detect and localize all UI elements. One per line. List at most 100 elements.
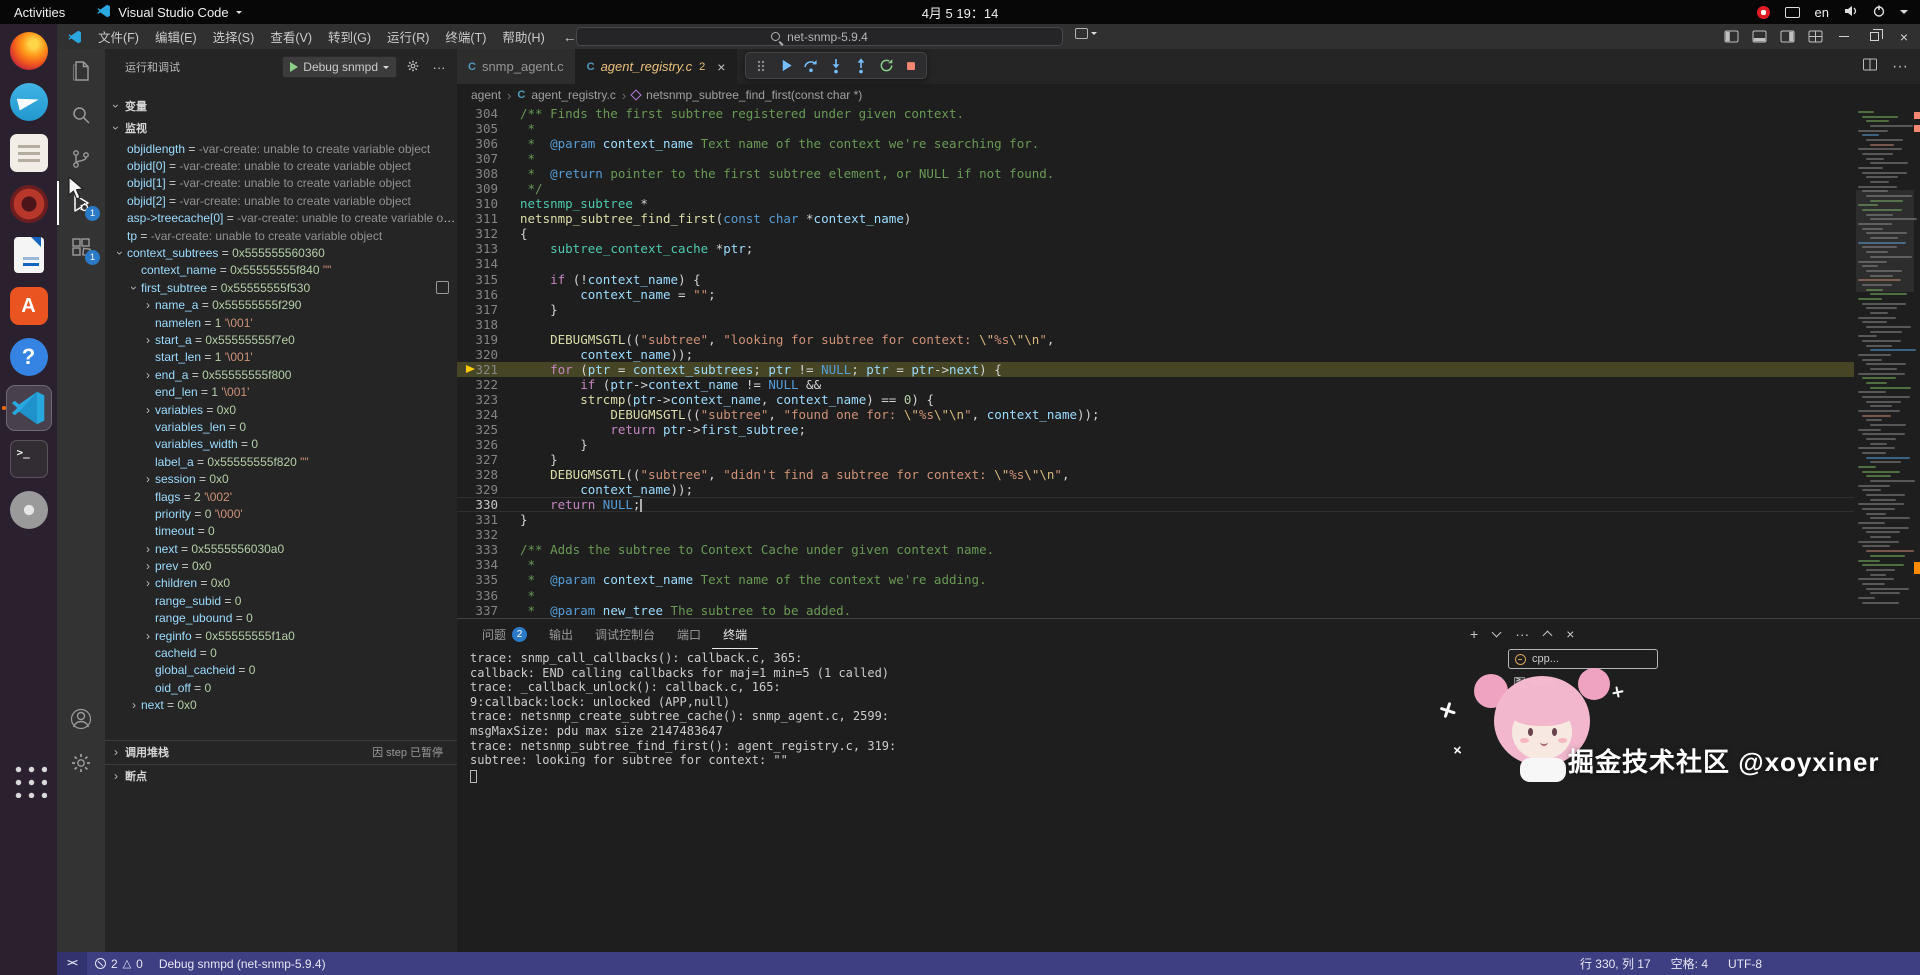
- system-tray[interactable]: en: [1756, 0, 1920, 24]
- watch-row[interactable]: priority = 0 '\000': [105, 505, 457, 522]
- watch-row[interactable]: objidlength = -var-create: unable to cre…: [105, 140, 457, 157]
- chevron-right-icon[interactable]: ›: [141, 576, 155, 590]
- activities-button[interactable]: Activities: [0, 0, 79, 24]
- manage-button[interactable]: [57, 741, 105, 785]
- chevron-right-icon[interactable]: ›: [141, 472, 155, 486]
- customize-layout-icon[interactable]: [1802, 24, 1828, 49]
- chevron-right-icon[interactable]: ›: [141, 298, 155, 312]
- line-number[interactable]: 324: [457, 407, 520, 422]
- code-line[interactable]: 319 DEBUGMSGTL(("subtree", "looking for …: [457, 332, 1854, 347]
- stop-button[interactable]: [902, 57, 920, 75]
- cursor-position-status[interactable]: 行 330, 列 17: [1572, 952, 1659, 975]
- menu-item[interactable]: 终端(T): [437, 24, 494, 49]
- line-number[interactable]: 331: [457, 512, 520, 527]
- code-line[interactable]: 314: [457, 256, 1854, 271]
- split-editor-icon[interactable]: [1862, 57, 1878, 77]
- line-number[interactable]: 325: [457, 422, 520, 437]
- chevron-down-icon[interactable]: ›: [113, 246, 127, 260]
- line-number[interactable]: 334: [457, 557, 520, 572]
- watch-row[interactable]: › session = 0x0: [105, 470, 457, 487]
- code-line[interactable]: 316 context_name = "";: [457, 287, 1854, 302]
- start-debug-icon[interactable]: [290, 62, 299, 72]
- watch-section-header[interactable]: › 监视: [105, 117, 457, 139]
- code-line[interactable]: 312{: [457, 226, 1854, 241]
- watch-row[interactable]: label_a = 0x55555555f820 "": [105, 453, 457, 470]
- tab-problems[interactable]: 问题 2: [471, 619, 538, 649]
- tab-ports[interactable]: 端口: [666, 619, 712, 649]
- close-icon[interactable]: ×: [717, 59, 725, 75]
- chevron-right-icon[interactable]: ›: [141, 629, 155, 643]
- breakpoints-section-header[interactable]: › 断点: [105, 763, 457, 788]
- watch-row[interactable]: objid[1] = -var-create: unable to create…: [105, 175, 457, 192]
- line-number[interactable]: 336: [457, 588, 520, 603]
- toggle-sidebar-icon[interactable]: [1718, 24, 1744, 49]
- more-actions-icon[interactable]: ···: [1892, 58, 1908, 76]
- code-line[interactable]: 328 DEBUGMSGTL(("subtree", "didn't find …: [457, 467, 1854, 482]
- minimap-slider[interactable]: [1856, 190, 1914, 292]
- watch-row[interactable]: cacheid = 0: [105, 644, 457, 661]
- code-line[interactable]: 332: [457, 527, 1854, 542]
- watch-row[interactable]: global_cacheid = 0: [105, 662, 457, 679]
- line-number[interactable]: 309: [457, 181, 520, 196]
- code-line[interactable]: 315 if (!context_name) {: [457, 272, 1854, 287]
- debug-status[interactable]: Debug snmpd (net-snmp-5.9.4): [151, 952, 334, 975]
- watch-row[interactable]: › next = 0x0: [105, 697, 457, 714]
- remote-indicator[interactable]: ><: [57, 952, 87, 975]
- line-number[interactable]: 319: [457, 332, 520, 347]
- code-line[interactable]: 323 strcmp(ptr->context_name, context_na…: [457, 392, 1854, 407]
- terminal-dropdown-icon[interactable]: [1491, 627, 1502, 638]
- restore-button[interactable]: [1860, 24, 1888, 49]
- code-line[interactable]: 320 context_name));: [457, 347, 1854, 362]
- clock[interactable]: 4月 5 19：14: [922, 0, 999, 24]
- restart-button[interactable]: [877, 57, 895, 75]
- breadcrumb-file[interactable]: agent_registry.c: [531, 88, 616, 102]
- continue-button[interactable]: [777, 57, 795, 75]
- menu-item[interactable]: 帮助(H): [494, 24, 552, 49]
- more-actions-icon[interactable]: ···: [429, 60, 449, 75]
- code-line[interactable]: 326 }: [457, 437, 1854, 452]
- line-number[interactable]: 326: [457, 437, 520, 452]
- sidebar-item-search[interactable]: [57, 93, 105, 137]
- chevron-right-icon[interactable]: ›: [141, 368, 155, 382]
- tab-debug-console[interactable]: 调试控制台: [584, 619, 666, 649]
- files-dock-icon[interactable]: [6, 130, 52, 176]
- nav-back-icon[interactable]: ←: [563, 29, 577, 45]
- help-dock-icon[interactable]: [6, 334, 52, 380]
- line-number[interactable]: 329: [457, 482, 520, 497]
- code-line[interactable]: 318: [457, 317, 1854, 332]
- line-number[interactable]: 318: [457, 317, 520, 332]
- line-number[interactable]: 307: [457, 151, 520, 166]
- code-line[interactable]: 335 * @param context_name Text name of t…: [457, 572, 1854, 587]
- watch-row[interactable]: › end_a = 0x55555555f800: [105, 366, 457, 383]
- launch-config-dropdown[interactable]: Debug snmpd: [282, 56, 397, 78]
- line-number[interactable]: 316: [457, 287, 520, 302]
- sidebar-item-source-control[interactable]: [57, 137, 105, 181]
- tab-agent-registry[interactable]: C agent_registry.c 2 ×: [575, 49, 738, 84]
- firefox-dock-icon[interactable]: [6, 28, 52, 74]
- menu-item[interactable]: 查看(V): [262, 24, 320, 49]
- code-line[interactable]: 337 * @param new_tree The subtree to be …: [457, 603, 1854, 618]
- debug-settings-gear-icon[interactable]: [403, 59, 423, 76]
- watch-row[interactable]: timeout = 0: [105, 523, 457, 540]
- watch-row[interactable]: range_ubound = 0: [105, 610, 457, 627]
- line-number[interactable]: 308: [457, 166, 520, 181]
- chevron-down-icon[interactable]: ›: [127, 281, 141, 295]
- code-line[interactable]: 329 context_name));: [457, 482, 1854, 497]
- code-line[interactable]: 325 return ptr->first_subtree;: [457, 422, 1854, 437]
- watch-row[interactable]: › start_a = 0x55555555f7e0: [105, 331, 457, 348]
- code-line[interactable]: 336 *: [457, 588, 1854, 603]
- line-number[interactable]: 311: [457, 211, 520, 226]
- line-number[interactable]: 315: [457, 272, 520, 287]
- code-line[interactable]: 308 * @return pointer to the first subtr…: [457, 166, 1854, 181]
- code-line[interactable]: 330 return NULL;: [457, 497, 1854, 513]
- vscode-dock-icon[interactable]: [5, 385, 52, 431]
- watch-row[interactable]: namelen = 1 '\001': [105, 314, 457, 331]
- code-line[interactable]: 305 *: [457, 121, 1854, 136]
- code-line[interactable]: 304/** Finds the first subtree registere…: [457, 106, 1854, 121]
- code-line[interactable]: 317 }: [457, 302, 1854, 317]
- command-center-search[interactable]: net-snmp-5.9.4: [576, 27, 1063, 46]
- line-number[interactable]: 306: [457, 136, 520, 151]
- line-number[interactable]: 335: [457, 572, 520, 587]
- menu-item[interactable]: 选择(S): [205, 24, 263, 49]
- watch-row[interactable]: asp->treecache[0] = -var-create: unable …: [105, 210, 457, 227]
